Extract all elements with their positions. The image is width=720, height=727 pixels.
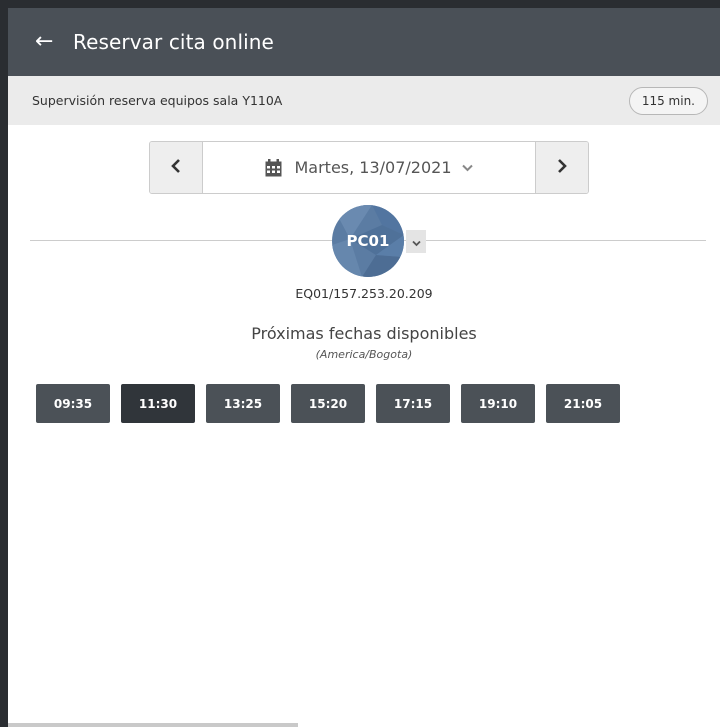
time-slot[interactable]: 21:05	[546, 384, 620, 423]
time-slot[interactable]: 09:35	[36, 384, 110, 423]
time-slot[interactable]: 13:25	[206, 384, 280, 423]
resource-identifier: EQ01/157.253.20.209	[295, 286, 433, 301]
service-bar: Supervisión reserva equipos sala Y110A 1…	[8, 76, 720, 125]
timezone-label: (America/Bogota)	[315, 348, 413, 361]
chevron-left-icon	[171, 158, 181, 177]
chevron-right-icon	[557, 158, 567, 177]
time-slot[interactable]: 17:15	[376, 384, 450, 423]
selected-date: Martes, 13/07/2021	[294, 158, 452, 177]
page-title: Reservar cita online	[73, 30, 274, 54]
calendar-icon	[265, 158, 282, 177]
previous-day-button[interactable]	[150, 142, 203, 193]
time-slot[interactable]: 15:20	[291, 384, 365, 423]
time-slot-list: 09:35 11:30 13:25 15:20 17:15 19:10 21:0…	[36, 384, 620, 423]
horizontal-scrollbar[interactable]	[8, 723, 298, 727]
back-arrow-icon[interactable]: ←	[35, 31, 61, 53]
resource-label: PC01	[346, 232, 390, 250]
header-bar: ← Reservar cita online	[8, 8, 720, 76]
time-slot[interactable]: 19:10	[461, 384, 535, 423]
chevron-down-icon	[461, 164, 473, 172]
next-day-button[interactable]	[535, 142, 588, 193]
resource-avatar[interactable]: PC01	[332, 205, 404, 277]
date-picker[interactable]: Martes, 13/07/2021	[203, 142, 535, 193]
available-dates-heading: Próximas fechas disponibles	[251, 324, 477, 343]
duration-badge: 115 min.	[628, 87, 708, 115]
service-name: Supervisión reserva equipos sala Y110A	[32, 93, 283, 108]
date-navigator: Martes, 13/07/2021	[149, 141, 589, 194]
booking-window: ← Reservar cita online Supervisión reser…	[8, 8, 720, 727]
chevron-down-icon	[411, 232, 421, 251]
time-slot-selected[interactable]: 11:30	[121, 384, 195, 423]
resource-dropdown-button[interactable]	[406, 230, 426, 253]
